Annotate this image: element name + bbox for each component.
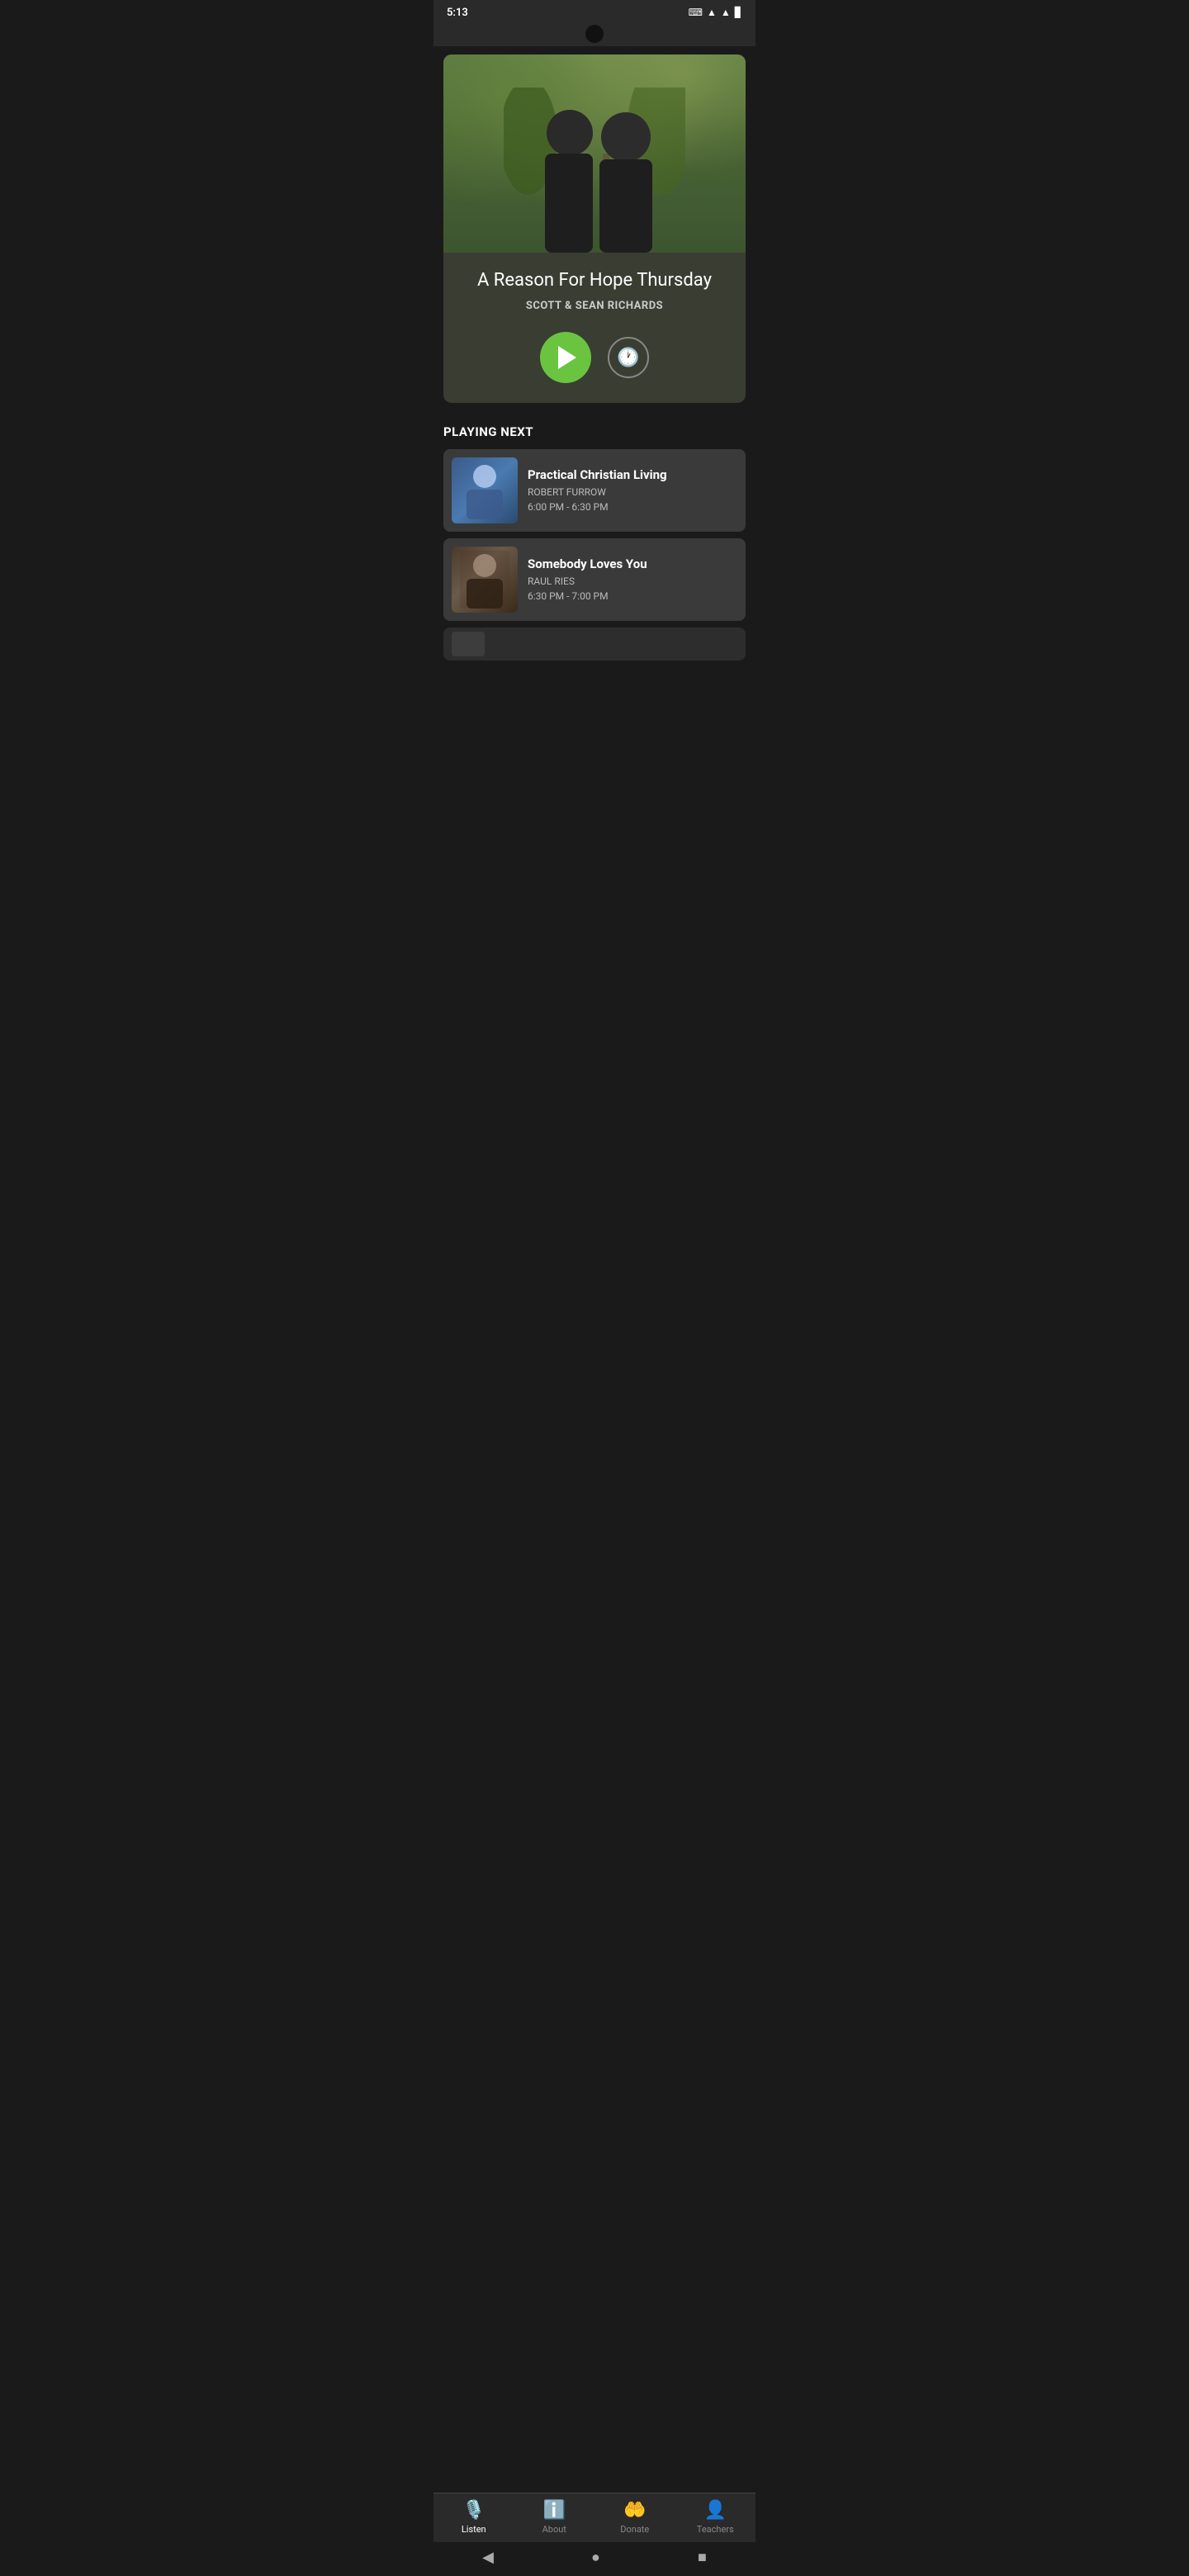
play-icon: [558, 346, 576, 369]
ries-thumbnail: [452, 547, 518, 613]
playing-next-section: PLAYING NEXT Practical Christian Living …: [433, 411, 756, 674]
android-navigation: ◀ ● ■: [433, 2542, 756, 2576]
partial-program-card: [443, 627, 746, 661]
nav-teachers[interactable]: 👤 Teachers: [675, 2500, 756, 2535]
furrow-thumbnail: [452, 457, 518, 523]
clock-icon: 🕐: [617, 347, 639, 368]
teachers-label: Teachers: [697, 2524, 734, 2535]
play-button[interactable]: [540, 332, 591, 383]
program-card-2[interactable]: Somebody Loves You RAUL RIES 6:30 PM - 7…: [443, 538, 746, 621]
signal-icon: ▲: [721, 7, 731, 18]
program-title-1: Practical Christian Living: [528, 467, 737, 484]
notch-area: [433, 25, 756, 46]
show-hosts: SCOTT & SEAN RICHARDS: [457, 300, 732, 312]
listen-icon: 🎙️: [462, 2500, 485, 2521]
playing-next-label: PLAYING NEXT: [443, 424, 746, 439]
about-icon: ℹ️: [543, 2500, 566, 2521]
program-host-1: ROBERT FURROW: [528, 486, 737, 498]
status-bar: 5:13 ⌨ ▲ ▲ ▊: [433, 0, 756, 25]
furrow-silhouette: [460, 462, 509, 519]
camera-notch: [585, 25, 604, 43]
donate-label: Donate: [620, 2524, 649, 2535]
listen-label: Listen: [462, 2524, 486, 2535]
program-title-2: Somebody Loves You: [528, 556, 737, 573]
program-info-1: Practical Christian Living ROBERT FURROW…: [528, 467, 737, 514]
program-time-2: 6:30 PM - 7:00 PM: [528, 590, 737, 602]
program-time-1: 6:00 PM - 6:30 PM: [528, 501, 737, 513]
status-time: 5:13: [447, 7, 468, 19]
partial-thumb: [452, 632, 485, 656]
hero-controls: 🕐: [457, 332, 732, 383]
nav-about[interactable]: ℹ️ About: [514, 2500, 595, 2535]
teachers-icon: 👤: [704, 2500, 727, 2521]
keyboard-icon: ⌨: [689, 7, 703, 18]
recents-button[interactable]: ■: [698, 2549, 707, 2566]
ries-silhouette: [460, 551, 509, 608]
status-icons: ⌨ ▲ ▲ ▊: [689, 7, 742, 18]
nav-listen[interactable]: 🎙️ Listen: [433, 2500, 514, 2535]
hero-card: A Reason For Hope Thursday SCOTT & SEAN …: [443, 54, 746, 403]
schedule-button[interactable]: 🕐: [608, 337, 649, 378]
program-info-2: Somebody Loves You RAUL RIES 6:30 PM - 7…: [528, 556, 737, 603]
program-thumb-1: [452, 457, 518, 523]
donate-icon: 🤲: [623, 2500, 646, 2521]
program-host-2: RAUL RIES: [528, 575, 737, 587]
home-button[interactable]: ●: [591, 2549, 600, 2566]
about-label: About: [542, 2524, 566, 2535]
nav-donate[interactable]: 🤲 Donate: [594, 2500, 675, 2535]
hero-image: [443, 54, 746, 253]
wifi-icon: ▲: [707, 7, 717, 18]
program-card-1[interactable]: Practical Christian Living ROBERT FURROW…: [443, 449, 746, 532]
program-thumb-2: [452, 547, 518, 613]
battery-icon: ▊: [735, 7, 742, 18]
hosts-image: [504, 88, 685, 253]
bottom-navigation: 🎙️ Listen ℹ️ About 🤲 Donate 👤 Teachers: [433, 2493, 756, 2543]
hero-content: A Reason For Hope Thursday SCOTT & SEAN …: [443, 253, 746, 403]
back-button[interactable]: ◀: [482, 2549, 494, 2566]
show-title: A Reason For Hope Thursday: [457, 269, 732, 293]
